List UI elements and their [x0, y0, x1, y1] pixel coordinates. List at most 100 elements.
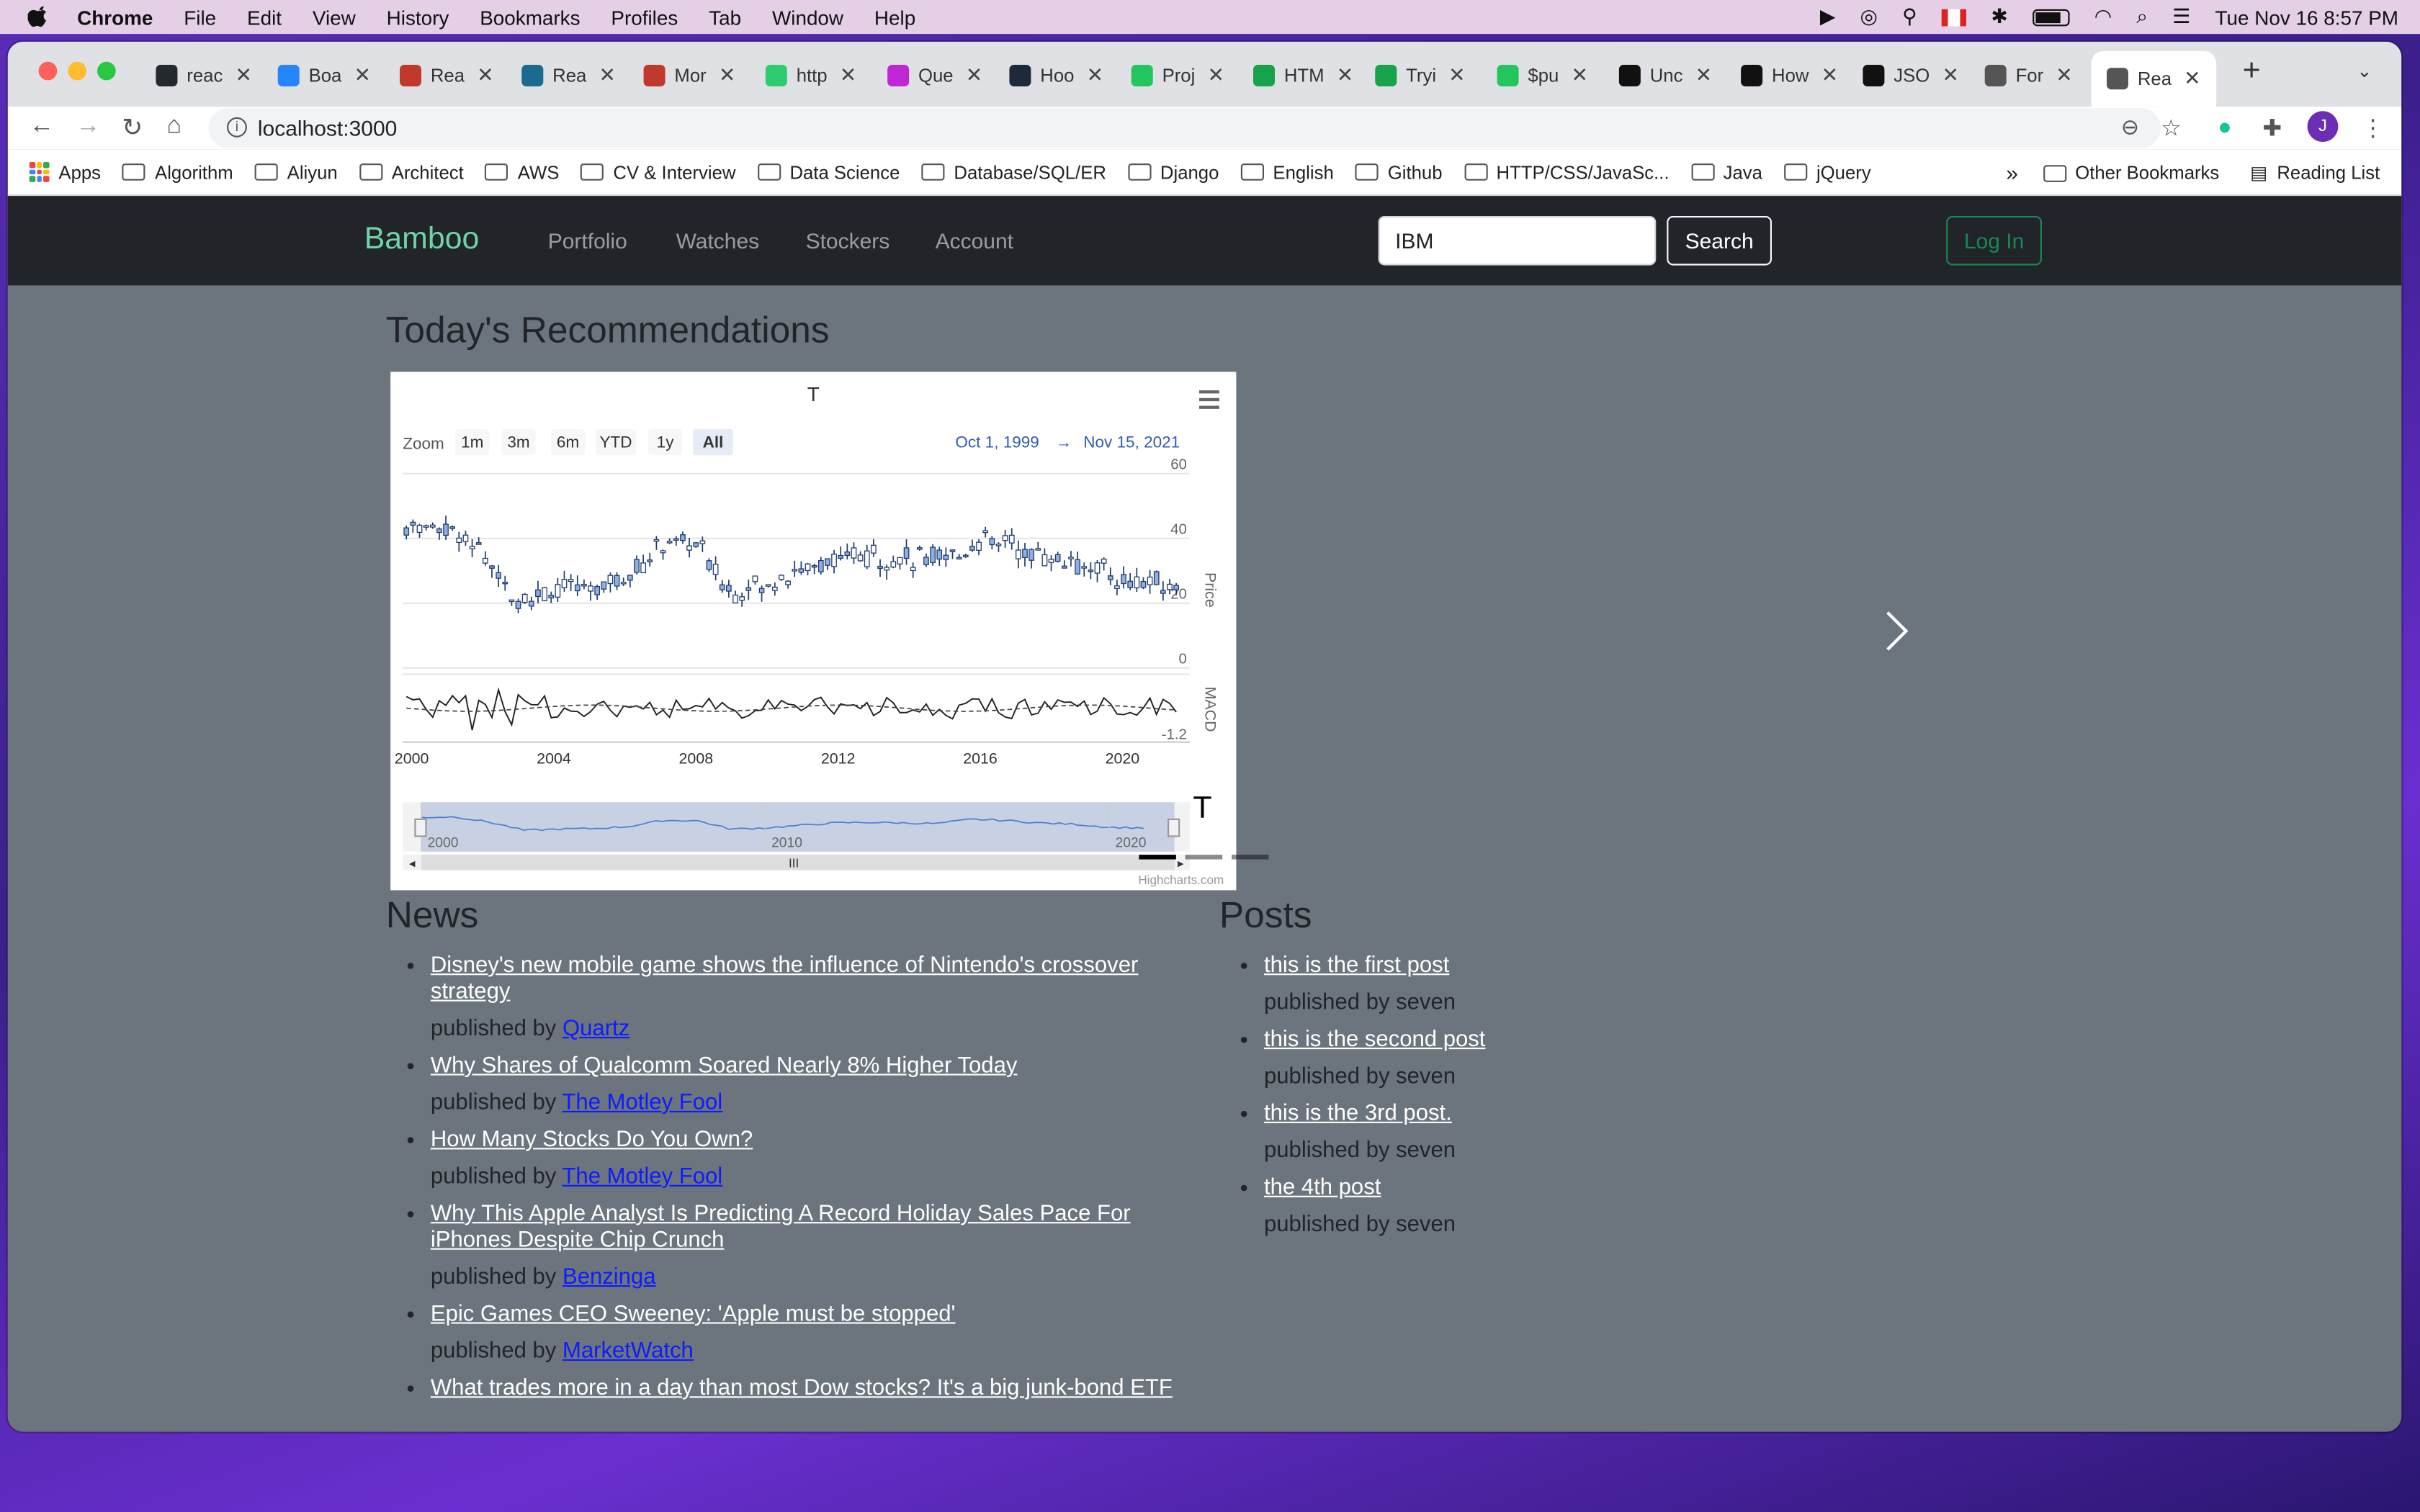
news-title-link[interactable]: Disney's new mobile game shows the influ…: [431, 953, 1138, 1004]
tab-close-icon[interactable]: ✕: [1695, 63, 1712, 88]
price-candle[interactable]: [831, 549, 837, 574]
tab-close-icon[interactable]: ✕: [1337, 63, 1353, 88]
price-candle[interactable]: [588, 581, 593, 601]
menubar-app-name[interactable]: Chrome: [77, 6, 153, 29]
tab-close-icon[interactable]: ✕: [235, 63, 251, 88]
news-publisher-link[interactable]: The Motley Fool: [562, 1091, 722, 1115]
url-text[interactable]: localhost:3000: [258, 116, 397, 140]
browser-tab[interactable]: Boa ✕: [277, 54, 371, 97]
price-candle[interactable]: [1002, 530, 1008, 548]
price-candle[interactable]: [680, 531, 686, 544]
price-candle[interactable]: [864, 544, 870, 570]
price-candle[interactable]: [976, 539, 982, 556]
price-candle[interactable]: [771, 582, 778, 596]
price-candle[interactable]: [443, 516, 449, 540]
browser-tab[interactable]: Unc ✕: [1618, 54, 1712, 97]
price-candle[interactable]: [1028, 548, 1035, 569]
bookmark-folder[interactable]: Algorithm: [122, 161, 233, 183]
menubar-clock[interactable]: Tue Nov 16 8:57 PM: [2215, 6, 2398, 29]
battery-icon[interactable]: [2033, 8, 2070, 26]
carousel-prev-button[interactable]: ‹: [498, 609, 512, 657]
news-publisher-link[interactable]: Benzinga: [563, 1265, 656, 1290]
navigator-left-handle[interactable]: [414, 818, 427, 837]
price-candle[interactable]: [1160, 581, 1166, 601]
tab-close-icon[interactable]: ✕: [354, 63, 370, 88]
tab-close-icon[interactable]: ✕: [1448, 63, 1465, 88]
nav-link-account[interactable]: Account: [936, 228, 1013, 253]
price-candle[interactable]: [745, 579, 752, 600]
menubar-item-edit[interactable]: Edit: [247, 6, 282, 29]
scroll-right-arrow[interactable]: ▸: [1178, 855, 1184, 870]
zoom-button-ytd[interactable]: YTD: [596, 428, 636, 456]
price-candle[interactable]: [469, 539, 475, 557]
news-title-link[interactable]: How Many Stocks Do You Own?: [431, 1128, 753, 1152]
price-candle[interactable]: [949, 549, 956, 559]
menubar-item-view[interactable]: View: [313, 6, 356, 29]
zoom-button-1y[interactable]: 1y: [648, 428, 683, 456]
browser-tab[interactable]: Hoo ✕: [1009, 54, 1103, 97]
profile-avatar[interactable]: J: [2307, 111, 2339, 143]
menubar-item-profiles[interactable]: Profiles: [611, 6, 678, 29]
browser-tab[interactable]: HTM ✕: [1253, 54, 1353, 97]
price-candle[interactable]: [482, 551, 488, 566]
news-publisher-link[interactable]: MarketWatch: [563, 1339, 694, 1364]
browser-tab[interactable]: http ✕: [765, 54, 856, 97]
menubar-item-help[interactable]: Help: [874, 6, 915, 29]
browser-tab[interactable]: Tryi ✕: [1375, 54, 1466, 97]
login-button[interactable]: Log In: [1946, 216, 2042, 266]
range-to-input[interactable]: Nov 15, 2021: [1083, 433, 1180, 451]
bookmark-folder[interactable]: HTTP/CSS/JavaSc...: [1464, 161, 1670, 183]
price-candle[interactable]: [627, 575, 633, 588]
maximize-window-button[interactable]: [97, 61, 116, 81]
price-candle[interactable]: [1147, 570, 1153, 594]
menubar-item-tab[interactable]: Tab: [709, 6, 741, 29]
price-candle[interactable]: [1008, 528, 1015, 550]
chrome-menu-icon[interactable]: ⋮: [2362, 114, 2385, 142]
play-icon[interactable]: ▶: [1820, 4, 1835, 29]
tab-close-icon[interactable]: ✕: [1821, 63, 1838, 88]
price-candle[interactable]: [758, 585, 765, 602]
zoom-icon[interactable]: ⊖: [2121, 114, 2139, 140]
post-title-link[interactable]: this is the 3rd post.: [1264, 1102, 1452, 1126]
price-candle[interactable]: [1054, 552, 1061, 563]
price-candle[interactable]: [521, 593, 528, 604]
menubar-item-history[interactable]: History: [387, 6, 449, 29]
bookmark-folder[interactable]: Database/SQL/ER: [921, 161, 1106, 183]
price-candle[interactable]: [1134, 567, 1140, 592]
minimize-window-button[interactable]: [68, 61, 86, 81]
price-candle[interactable]: [969, 539, 975, 552]
price-candle[interactable]: [423, 524, 429, 531]
post-title-link[interactable]: this is the first post: [1264, 953, 1449, 978]
browser-tab[interactable]: Mor ✕: [643, 54, 735, 97]
price-candle[interactable]: [1061, 560, 1067, 569]
price-candle[interactable]: [1016, 540, 1021, 569]
carousel-indicator-1[interactable]: [1139, 855, 1176, 860]
bookmark-folder[interactable]: Aliyun: [254, 161, 338, 183]
price-candle[interactable]: [857, 551, 864, 562]
price-candle[interactable]: [693, 541, 699, 548]
price-candle[interactable]: [1022, 543, 1028, 567]
price-candle[interactable]: [686, 537, 692, 558]
browser-tab[interactable]: Proj ✕: [1131, 54, 1224, 97]
browser-tab[interactable]: Que ✕: [887, 54, 982, 97]
price-candle[interactable]: [825, 558, 830, 570]
carousel-next-button[interactable]: [1881, 609, 1912, 652]
bookmarks-overflow-button[interactable]: »: [2006, 161, 2018, 185]
price-candle[interactable]: [792, 560, 798, 577]
flag-icon[interactable]: [1941, 8, 1967, 26]
price-candle[interactable]: [1088, 562, 1094, 580]
bookmark-star-icon[interactable]: ☆: [2161, 114, 2182, 142]
price-candle[interactable]: [535, 580, 541, 604]
nav-link-stockers[interactable]: Stockers: [806, 228, 890, 253]
tab-close-icon[interactable]: ✕: [840, 63, 856, 88]
browser-tab[interactable]: JSO ✕: [1863, 54, 1959, 97]
mirror-icon[interactable]: ⚲: [1902, 4, 1917, 29]
bookmark-apps[interactable]: Apps: [29, 161, 101, 183]
price-candle[interactable]: [817, 557, 824, 575]
price-candle[interactable]: [1121, 566, 1126, 589]
price-candle[interactable]: [838, 546, 844, 561]
news-publisher-link[interactable]: The Motley Fool: [562, 1165, 722, 1189]
zoom-button-6m[interactable]: 6m: [551, 428, 586, 456]
range-from-input[interactable]: Oct 1, 1999: [955, 433, 1039, 451]
tab-close-icon[interactable]: ✕: [719, 63, 735, 88]
